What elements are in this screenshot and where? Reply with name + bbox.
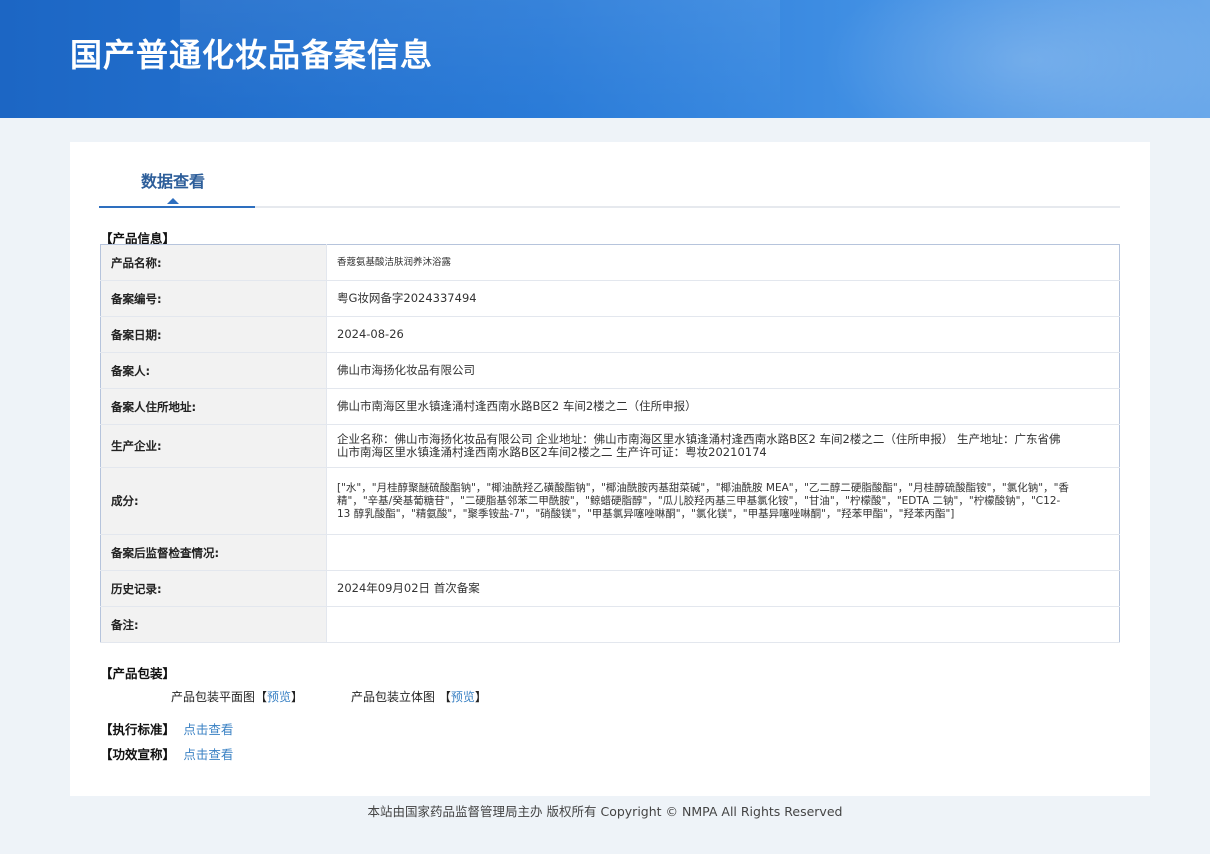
footer-copyright: 本站由国家药品监督管理局主办 版权所有 Copyright © NMPA All… xyxy=(367,804,843,819)
tab-label: 数据查看 xyxy=(141,172,206,191)
row-value: 粤G妆网备字2024337494 xyxy=(326,280,1120,317)
table-row: 产品名称: 香蔻氨基酸洁肤润养沐浴露 xyxy=(100,244,1120,281)
packaging-solid: 产品包装立体图 【预览】 xyxy=(351,688,487,705)
row-value xyxy=(326,606,1120,643)
row-key: 备注: xyxy=(100,606,327,643)
bracket-close: 】 xyxy=(474,690,487,704)
section-standard: 【执行标准】 点击查看 xyxy=(100,719,233,738)
table-row: 历史记录: 2024年09月02日 首次备案 xyxy=(100,570,1120,607)
efficacy-view-link[interactable]: 点击查看 xyxy=(183,747,233,762)
row-value: ["水"，"月桂醇聚醚硫酸酯钠"，"椰油酰羟乙磺酸酯钠"，"椰油酰胺丙基甜菜碱"… xyxy=(326,467,1120,535)
packaging-flat-label: 产品包装平面图 xyxy=(171,690,256,704)
standard-label: 【执行标准】 xyxy=(100,722,176,737)
row-key: 生产企业: xyxy=(100,424,327,468)
packaging-flat: 产品包装平面图【预览】 xyxy=(171,688,303,705)
row-value: 香蔻氨基酸洁肤润养沐浴露 xyxy=(326,244,1120,281)
row-value: 佛山市南海区里水镇逢涌村逢西南水路B区2 车间2楼之二（住所申报） xyxy=(326,388,1120,425)
row-value: 2024年09月02日 首次备案 xyxy=(326,570,1120,607)
bracket-open: 【 xyxy=(438,690,451,704)
table-row: 备案人: 佛山市海扬化妆品有限公司 xyxy=(100,352,1120,389)
content-panel: 数据查看 【产品信息】 产品名称: 香蔻氨基酸洁肤润养沐浴露 备案编号: 粤G妆… xyxy=(70,142,1150,796)
standard-view-link[interactable]: 点击查看 xyxy=(183,722,233,737)
row-key: 产品名称: xyxy=(100,244,327,281)
row-value: 企业名称：佛山市海扬化妆品有限公司 企业地址：佛山市南海区里水镇逢涌村逢西南水路… xyxy=(326,424,1120,468)
bracket-open: 【 xyxy=(255,690,268,704)
table-row: 备案编号: 粤G妆网备字2024337494 xyxy=(100,280,1120,317)
solid-preview-link[interactable]: 预览 xyxy=(451,690,475,704)
tab-indicator-caret xyxy=(167,198,179,204)
efficacy-label: 【功效宣称】 xyxy=(100,747,176,762)
row-value xyxy=(326,534,1120,571)
row-key: 备案人: xyxy=(100,352,327,389)
row-value: 2024-08-26 xyxy=(326,316,1120,353)
section-packaging: 【产品包装】 xyxy=(100,666,176,681)
row-key: 备案后监督检查情况: xyxy=(100,534,327,571)
row-key: 备案日期: xyxy=(100,316,327,353)
table-row: 备案后监督检查情况: xyxy=(100,534,1120,571)
row-key: 成分: xyxy=(100,467,327,535)
header-banner: 国产普通化妆品备案信息 xyxy=(0,0,1210,118)
table-row: 生产企业: 企业名称：佛山市海扬化妆品有限公司 企业地址：佛山市南海区里水镇逢涌… xyxy=(100,424,1120,468)
table-row: 备案人住所地址: 佛山市南海区里水镇逢涌村逢西南水路B区2 车间2楼之二（住所申… xyxy=(100,388,1120,425)
packaging-solid-label: 产品包装立体图 xyxy=(351,690,436,704)
row-value: 佛山市海扬化妆品有限公司 xyxy=(326,352,1120,389)
table-row: 备案日期: 2024-08-26 xyxy=(100,316,1120,353)
product-info-table: 产品名称: 香蔻氨基酸洁肤润养沐浴露 备案编号: 粤G妆网备字202433749… xyxy=(100,244,1120,643)
row-key: 历史记录: xyxy=(100,570,327,607)
table-row: 备注: xyxy=(100,606,1120,643)
tab-data-view[interactable]: 数据查看 xyxy=(99,142,255,208)
row-key: 备案人住所地址: xyxy=(100,388,327,425)
bracket-close: 】 xyxy=(291,690,304,704)
tab-bar: 数据查看 xyxy=(99,142,1120,208)
flat-preview-link[interactable]: 预览 xyxy=(267,690,291,704)
row-key: 备案编号: xyxy=(100,280,327,317)
section-efficacy: 【功效宣称】 点击查看 xyxy=(100,744,233,763)
table-row: 成分: ["水"，"月桂醇聚醚硫酸酯钠"，"椰油酰羟乙磺酸酯钠"，"椰油酰胺丙基… xyxy=(100,467,1120,535)
page-title: 国产普通化妆品备案信息 xyxy=(70,37,434,73)
